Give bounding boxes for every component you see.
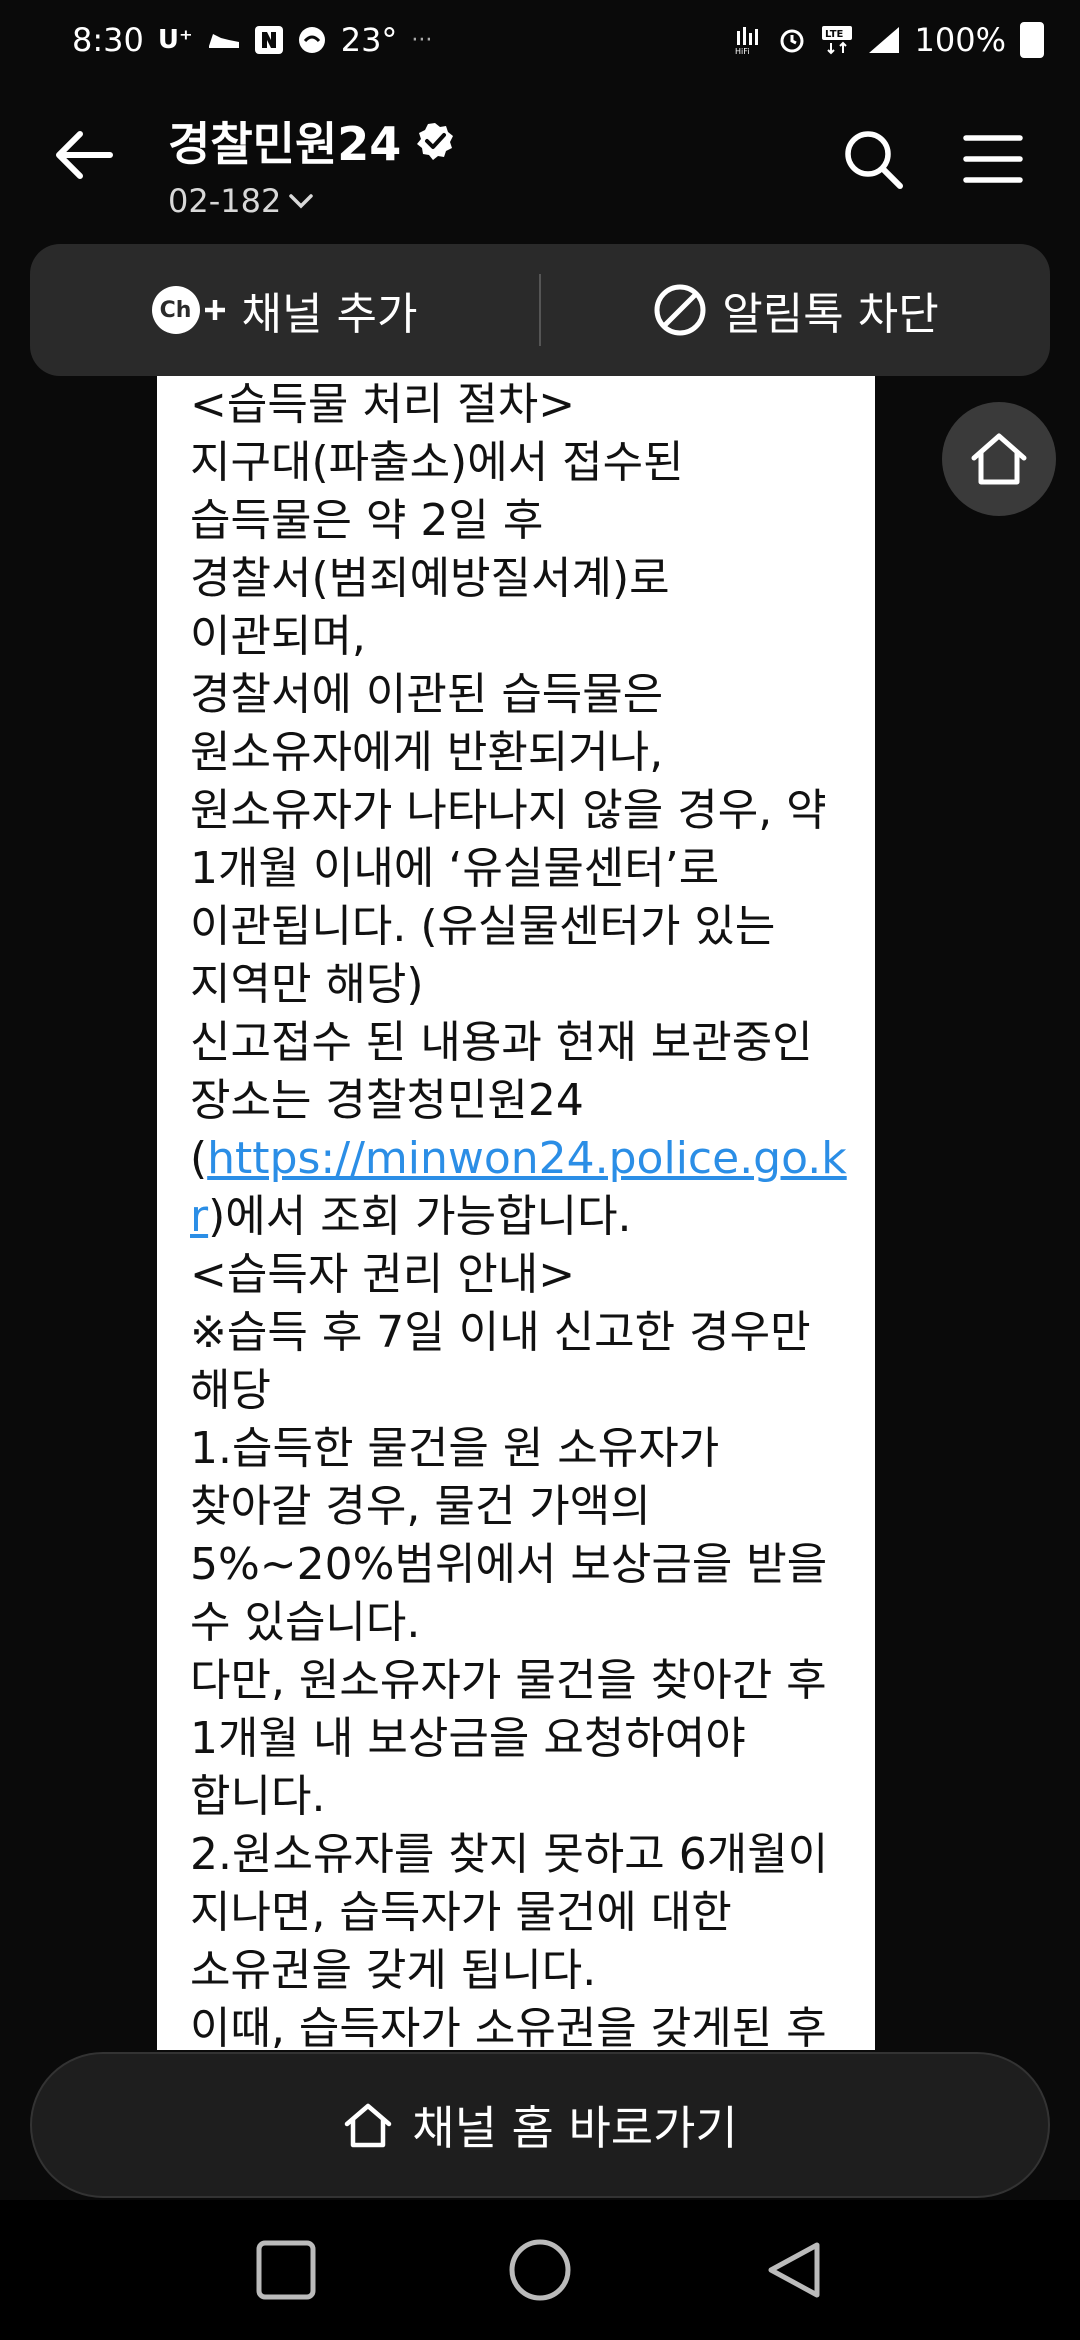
status-bar-left: 8:30 U⁺ 23° ··· [72, 21, 432, 59]
channel-home-button[interactable]: 채널 홈 바로가기 [30, 2052, 1050, 2198]
channel-title-row: 경찰민원24 [168, 108, 455, 174]
naver-icon [254, 26, 283, 54]
system-nav-bar [0, 2200, 1080, 2340]
channel-header[interactable]: 경찰민원24 02-182 [168, 108, 455, 220]
message-text: <습득물 처리 절차> 지구대(파출소)에서 접수된 습득물은 약 2일 후 경… [190, 376, 860, 2050]
message-text-part1: <습득물 처리 절차> 지구대(파출소)에서 접수된 습득물은 약 2일 후 경… [190, 379, 827, 1184]
signal-icon [868, 27, 899, 53]
status-time: 8:30 [72, 21, 144, 59]
status-bar: 8:30 U⁺ 23° ··· HiFi LTE 100% [0, 0, 1080, 80]
status-bar-right: HiFi LTE 100% [733, 21, 1044, 59]
weather-icon [298, 27, 325, 53]
message-bubble: <습득물 처리 절차> 지구대(파출소)에서 접수된 습득물은 약 2일 후 경… [157, 376, 875, 2050]
battery-icon [1020, 22, 1044, 58]
home-icon [971, 433, 1027, 485]
block-notification-button[interactable]: 알림톡 차단 [541, 244, 1050, 376]
chevron-down-icon [289, 194, 314, 209]
channel-home-label: 채널 홈 바로가기 [412, 2101, 738, 2155]
app-bar: 경찰민원24 02-182 [0, 100, 1080, 230]
channel-home-float-button[interactable] [942, 402, 1056, 516]
channel-badge-icon: Ch [151, 286, 200, 334]
back-arrow-icon[interactable] [50, 120, 120, 190]
home-icon [345, 2103, 392, 2148]
channel-subtitle[interactable]: 02-182 [168, 182, 455, 220]
svg-text:HiFi: HiFi [735, 47, 749, 55]
alarm-icon [780, 29, 804, 53]
block-notification-label: 알림톡 차단 [722, 289, 939, 340]
menu-icon[interactable] [960, 126, 1026, 192]
svg-text:LTE: LTE [825, 29, 844, 40]
battery-percent: 100% [914, 21, 1006, 59]
carrier-label: U⁺ [157, 25, 193, 55]
home-nav-icon[interactable] [507, 2237, 573, 2303]
search-icon[interactable] [840, 126, 906, 192]
temperature: 23° [340, 21, 398, 59]
channel-title: 경찰민원24 [168, 117, 402, 171]
recents-icon[interactable] [255, 2239, 317, 2301]
add-channel-button[interactable]: Ch 채널 추가 [30, 244, 539, 376]
verified-badge-icon [417, 123, 454, 160]
back-nav-icon[interactable] [763, 2239, 825, 2301]
overflow-dots: ··· [411, 27, 433, 53]
channel-phone: 02-182 [168, 182, 282, 220]
message-text-part2: )에서 조회 가능합니다. <습득자 권리 안내> ※습득 후 7일 이내 신고… [190, 1191, 829, 2050]
block-icon [654, 284, 706, 336]
add-channel-label: 채널 추가 [241, 289, 418, 340]
channel-action-bar: Ch 채널 추가 알림톡 차단 [30, 244, 1050, 376]
hifi-icon: HiFi [735, 27, 758, 55]
shoe-icon [208, 34, 239, 48]
lte-icon: LTE [821, 26, 852, 55]
plus-icon [204, 300, 225, 320]
